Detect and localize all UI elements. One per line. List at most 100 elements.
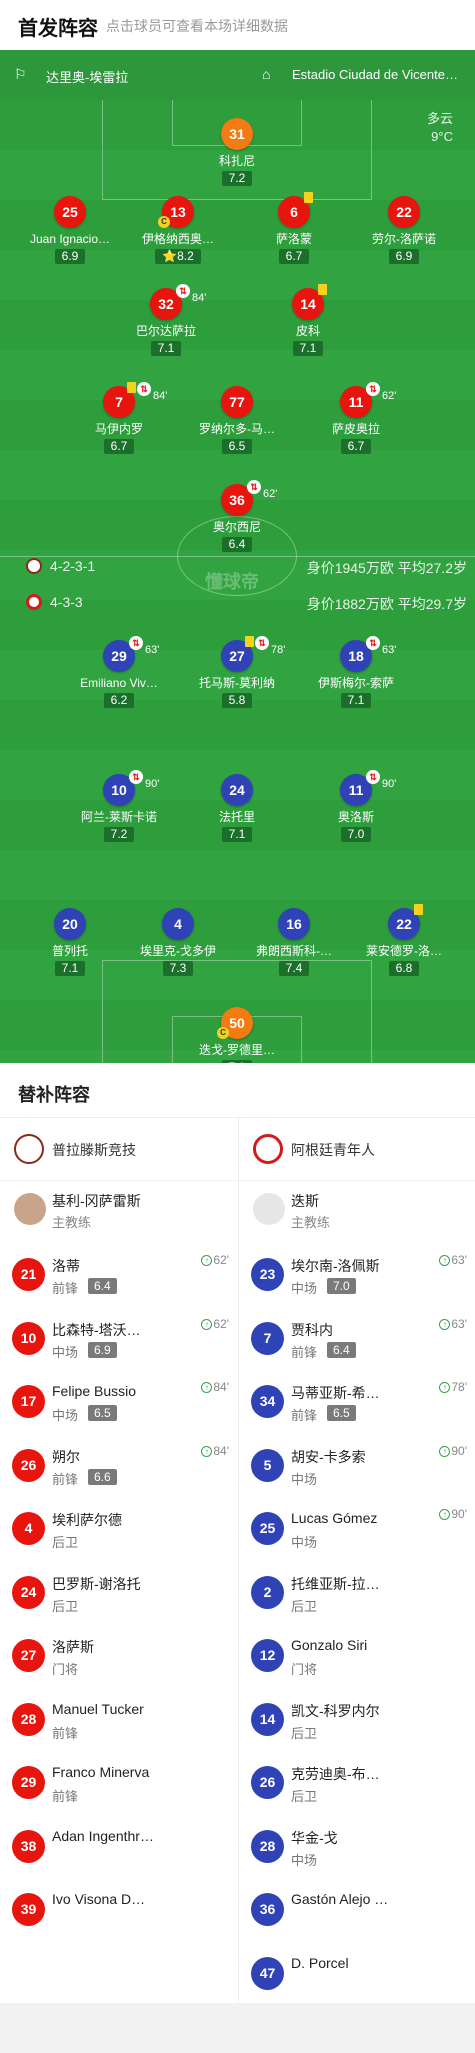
sub-player-row[interactable]: 27 洛萨斯 门将: [0, 1626, 237, 1690]
jersey-number: 7: [251, 1321, 284, 1355]
away-player[interactable]: 22 莱安德罗-洛… 6.8: [344, 904, 464, 977]
sub-in-icon: ↑: [201, 1445, 213, 1457]
jersey-number: 39: [12, 1893, 45, 1926]
sub-in-minute: ↑ 90': [439, 1507, 467, 1521]
player-rating: 6.7: [103, 439, 135, 454]
sub-player-row[interactable]: 17 Felipe Bussio 中场 6.5 ↑ 84': [0, 1372, 237, 1436]
subs-header: 替补阵容: [0, 1063, 475, 1118]
jersey-number: 13 C: [158, 196, 194, 228]
home-player[interactable]: 13 C 伊格纳西奥… ⭐8.2: [118, 196, 238, 265]
sub-player-row[interactable]: 36 Gastón Alejo …: [239, 1880, 475, 1944]
sub-player-row[interactable]: 34 马蒂亚斯-希… 前锋 6.5 ↑ 78': [239, 1372, 475, 1436]
home-player[interactable]: 25 Juan Ignacio… 6.9: [10, 196, 130, 265]
sub-player-name: 华金-戈: [291, 1829, 338, 1846]
sub-player-position: 后卫: [291, 1789, 318, 1804]
sub-player-row[interactable]: 2 托维亚斯-拉… 后卫: [239, 1563, 475, 1627]
sub-player-row[interactable]: 12 Gonzalo Siri 门将: [239, 1626, 475, 1690]
sub-player-row[interactable]: 26 朔尔 前锋 6.6 ↑ 84': [0, 1436, 237, 1500]
sub-out-icon: ⇅: [129, 770, 143, 784]
sub-player-position: 中场: [291, 1535, 318, 1550]
away-player[interactable]: 10 ⇅ 90' 阿兰-莱斯卡诺 7.2: [59, 770, 179, 843]
sub-player-name: Gonzalo Siri: [291, 1637, 368, 1653]
jersey-number: 14: [251, 1702, 284, 1736]
jersey-number: 24: [12, 1575, 45, 1609]
sub-player-row[interactable]: 25 Lucas Gómez 中场 ↑ 90': [239, 1499, 475, 1563]
away-player[interactable]: 16 弗朗西斯科-… 7.4: [234, 908, 354, 977]
sub-out-icon: ⇅: [255, 636, 269, 650]
subs-title: 替补阵容: [18, 1085, 90, 1105]
sub-out-icon: ⇅: [366, 382, 380, 396]
sub-player-name: Felipe Bussio: [52, 1383, 137, 1399]
sub-player-row[interactable]: 39 Ivo Visona D…: [0, 1880, 237, 1944]
away-player[interactable]: 50C迭戈-罗德里…7.1: [177, 1007, 297, 1063]
away-player[interactable]: 4 埃里克-戈多伊 7.3: [118, 908, 238, 977]
sub-player-row[interactable]: 26 克劳迪奥-布… 后卫: [239, 1753, 475, 1817]
away-subs-list: 23 埃尔南-洛佩斯 中场 7.0 ↑ 63' 7 贾科内 前锋 6.4 ↑ 63' 34 马蒂亚斯-希……: [239, 1245, 475, 2007]
player-rating: 7.1: [54, 961, 86, 976]
jersey-number: 25: [251, 1512, 284, 1545]
home-player[interactable]: 36 ⇅ 62' 奥尔西尼 6.4: [177, 480, 297, 553]
sub-player-rating: 6.5: [88, 1405, 117, 1421]
jersey-number: 18 ⇅ 63': [340, 636, 396, 672]
away-player[interactable]: 18 ⇅ 63' 伊斯梅尔-索萨 7.1: [296, 636, 416, 709]
player-name: 弗朗西斯科-…: [256, 944, 332, 958]
jersey-number: 32 ⇅ 84': [150, 284, 206, 320]
jersey-number: 38: [12, 1829, 45, 1863]
player-name: 萨皮奥拉: [331, 422, 380, 436]
jersey-number: 36: [251, 1893, 284, 1926]
away-player[interactable]: 27 ⇅ 78' 托马斯-莫利纳 5.8: [177, 636, 297, 709]
away-coach[interactable]: 迭斯 主教练: [239, 1181, 475, 1245]
home-player[interactable]: 22 劳尔-洛萨诺 6.9: [344, 196, 464, 265]
player-rating: 6.8: [388, 961, 420, 976]
sub-player-row[interactable]: 7 贾科内 前锋 6.4 ↑ 63': [239, 1309, 475, 1373]
player-name: 巴尔达萨拉: [135, 324, 196, 338]
sub-player-name: 比森特-塔沃…: [52, 1321, 141, 1338]
home-player[interactable]: 32 ⇅ 84' 巴尔达萨拉 7.1: [106, 284, 226, 357]
home-team-logo: [14, 1134, 44, 1164]
sub-player-row[interactable]: 5 胡安-卡多索 中场 ↑ 90': [239, 1436, 475, 1500]
sub-player-row[interactable]: 24 巴罗斯-谢洛托 后卫: [0, 1563, 237, 1627]
jersey-number: 4: [12, 1512, 45, 1545]
sub-out-icon: ⇅: [129, 636, 143, 650]
player-rating: 6.7: [278, 249, 310, 264]
sub-player-row[interactable]: 23 埃尔南-洛佩斯 中场 7.0 ↑ 63': [239, 1245, 475, 1309]
home-coach[interactable]: 基利-冈萨雷斯 主教练: [0, 1181, 237, 1245]
home-player[interactable]: 14 皮科 7.1: [248, 284, 368, 357]
sub-player-row[interactable]: 29 Franco Minerva 前锋: [0, 1753, 237, 1817]
coach-role: 主教练: [291, 1215, 331, 1230]
jersey-number: 21: [12, 1258, 45, 1291]
jersey-number: 7 ⇅ 84': [103, 382, 167, 418]
referee-name: 达里奥-埃雷拉: [46, 70, 129, 85]
player-rating: 6.7: [340, 439, 372, 454]
home-player[interactable]: 6 萨洛蒙 6.7: [234, 192, 354, 265]
player-name: 奥尔西尼: [212, 520, 261, 534]
home-player[interactable]: 11 ⇅ 62' 萨皮奥拉 6.7: [296, 382, 416, 455]
sub-player-row[interactable]: 47 D. Porcel: [239, 1944, 475, 2008]
sub-player-position: 中场: [52, 1408, 79, 1423]
sub-minute: 62': [382, 390, 397, 402]
sub-player-row[interactable]: 28 Manuel Tucker 前锋: [0, 1690, 237, 1754]
away-subs-team[interactable]: 阿根廷青年人: [239, 1118, 475, 1181]
sub-player-name: 凯文-科罗内尔: [291, 1702, 380, 1719]
sub-player-row[interactable]: 4 埃利萨尔德 后卫: [0, 1499, 237, 1563]
sub-player-name: Manuel Tucker: [52, 1700, 144, 1717]
away-player[interactable]: 11 ⇅ 90' 奥洛斯 7.0: [296, 770, 416, 843]
player-rating: 6.2: [103, 693, 135, 708]
sub-player-row[interactable]: 38 Adan Ingenthr…: [0, 1817, 237, 1881]
home-player[interactable]: 7 ⇅ 84' 马伊内罗 6.7: [59, 382, 179, 455]
sub-player-position: 前锋: [52, 1789, 79, 1804]
sub-player-position: 前锋: [291, 1344, 318, 1360]
sub-player-row[interactable]: 14 凯文-科罗内尔 后卫: [239, 1690, 475, 1754]
away-player[interactable]: 20 普列托 7.1: [10, 908, 130, 977]
sub-player-row[interactable]: 28 华金-戈 中场: [239, 1817, 475, 1881]
home-player[interactable]: 77 罗纳尔多-马… 6.5: [177, 386, 297, 455]
away-player[interactable]: 24 法托里 7.1: [177, 774, 297, 843]
away-player[interactable]: 29 ⇅ 63' Emiliano Viv… 6.2: [59, 636, 179, 709]
sub-player-row[interactable]: 10 比森特-塔沃… 中场 6.9 ↑ 62': [0, 1309, 237, 1373]
home-player[interactable]: 31 科扎尼 7.2: [177, 118, 297, 187]
weather-text: 多云: [426, 111, 453, 126]
jersey-number: 34: [251, 1385, 284, 1418]
sub-player-row[interactable]: 21 洛蒂 前锋 6.4 ↑ 62': [0, 1245, 237, 1309]
away-formation: 4-3-3: [50, 594, 83, 610]
home-subs-team[interactable]: 普拉滕斯竞技: [0, 1118, 237, 1181]
